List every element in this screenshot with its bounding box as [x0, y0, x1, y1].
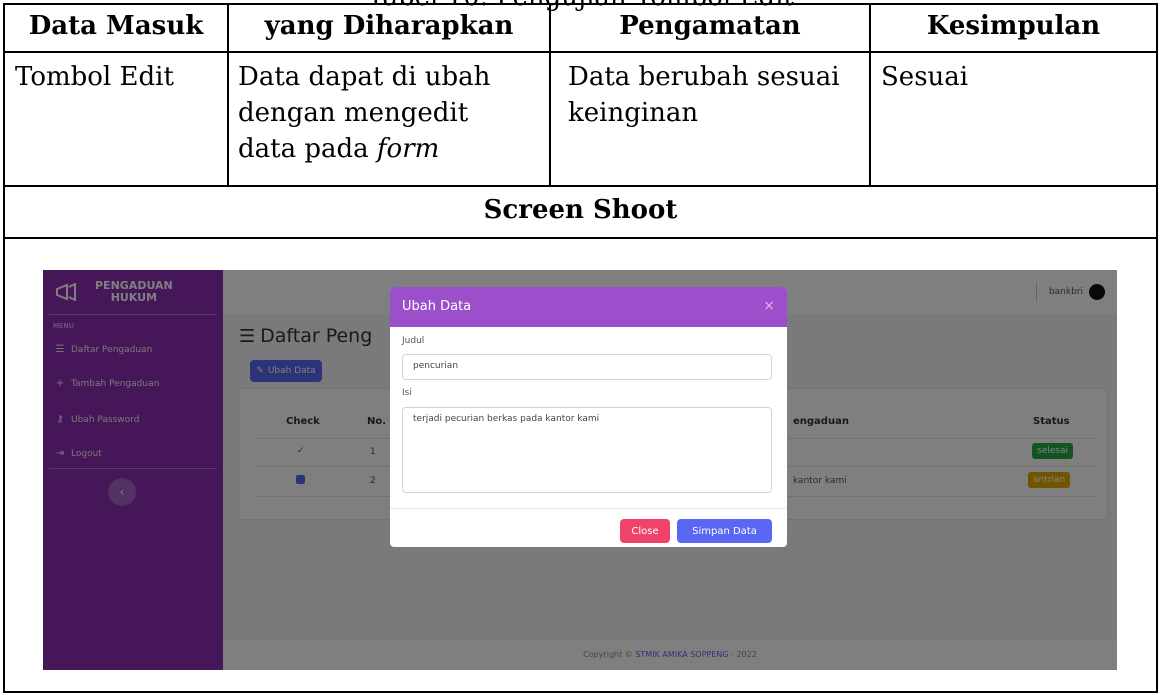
edit-modal: Ubah Data × Judul pencurian Isi terjadi …	[390, 287, 787, 547]
judul-label: Judul	[402, 336, 425, 346]
close-button[interactable]: Close	[620, 519, 670, 543]
header-observation: Pengamatan	[619, 11, 801, 41]
cell-expected-text: data pada	[238, 134, 377, 164]
header-expected: yang Diharapkan	[264, 11, 514, 41]
judul-input[interactable]: pencurian	[402, 354, 772, 380]
cell-expected-line3: data pada form	[238, 131, 439, 167]
cell-observation-line2: keinginan	[568, 98, 699, 128]
header-data-masuk: Data Masuk	[28, 11, 204, 41]
app-screenshot: PENGADUAN HUKUM MENU ☰ Daftar Pengaduan …	[43, 270, 1117, 670]
screenshot-header: Screen Shoot	[483, 195, 678, 225]
cell-expected-line2: dengan mengedit	[238, 98, 469, 128]
isi-label: Isi	[402, 388, 412, 398]
close-icon[interactable]: ×	[763, 298, 775, 314]
cell-observation-line1: Data berubah sesuai	[568, 62, 840, 92]
isi-textarea[interactable]: terjadi pecurian berkas pada kantor kami	[402, 407, 772, 493]
modal-title: Ubah Data	[402, 299, 472, 314]
cell-expected-line1: Data dapat di ubah	[238, 62, 491, 92]
cell-input: Tombol Edit	[15, 62, 174, 92]
modal-header: Ubah Data ×	[390, 287, 787, 327]
cell-conclusion: Sesuai	[881, 62, 969, 92]
cell-expected-italic: form	[376, 134, 440, 164]
save-button[interactable]: Simpan Data	[677, 519, 772, 543]
header-conclusion: Kesimpulan	[926, 11, 1101, 41]
